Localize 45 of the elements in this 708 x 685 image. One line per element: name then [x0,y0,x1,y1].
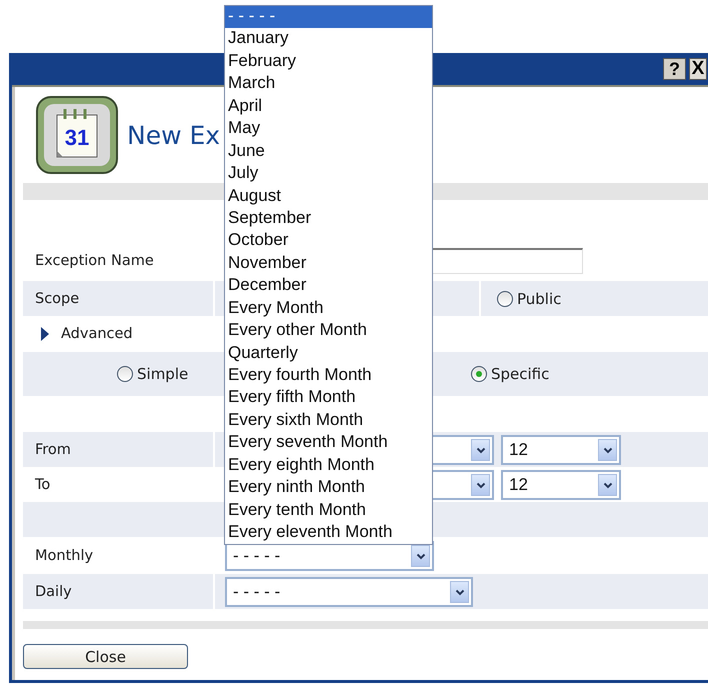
radio-label: Specific [491,365,550,383]
dropdown-option[interactable]: March [225,73,432,96]
radio-button[interactable] [497,290,513,306]
dropdown-option[interactable]: June [225,140,432,164]
dialog-title: New Ex [127,120,220,150]
dropdown-option[interactable]: September [225,208,432,230]
dropdown-option[interactable]: Every other Month [225,320,432,343]
select-field[interactable]: 12 [501,470,621,500]
dropdown-option[interactable]: Every fifth Month [225,387,432,410]
field-label: Exception Name [35,253,154,269]
dropdown-option[interactable]: Every eighth Month [225,454,432,478]
dropdown-option[interactable]: August [225,186,432,208]
radio-button[interactable] [117,366,133,382]
dropdown-option[interactable]: February [225,50,432,74]
help-button[interactable]: ? [663,58,686,80]
close-button[interactable]: Close [23,644,188,669]
select-field[interactable]: 12 [501,434,621,464]
dropdown-option[interactable]: October [225,230,432,253]
radio-label: Simple [137,365,188,383]
dropdown-option[interactable]: Quarterly [225,342,432,365]
dropdown-option[interactable]: Every seventh Month [225,432,432,455]
section-toggle[interactable]: Advanced [61,326,133,342]
dropdown-option[interactable]: - - - - - [225,6,432,28]
field-label: Monthly [35,548,94,564]
calendar-icon: 31 [35,95,119,175]
dropdown-option[interactable]: Every fourth Month [225,365,432,388]
dropdown-option[interactable]: December [225,275,432,298]
expand-arrow-icon[interactable] [41,327,49,341]
dropdown-option[interactable]: Every Month [225,298,432,320]
dropdown-option[interactable]: July [225,163,432,186]
dropdown-option[interactable]: Every ninth Month [225,477,432,500]
field-label: To [35,476,50,492]
radio-button[interactable] [471,366,487,382]
select-field[interactable]: - - - - - [225,576,473,606]
dropdown-option[interactable]: Every sixth Month [225,410,432,432]
close-button[interactable]: X [689,58,707,80]
field-label: Scope [35,290,80,306]
dropdown-option[interactable]: Every tenth Month [225,500,432,522]
dropdown-option[interactable]: November [225,252,432,276]
dropdown-option[interactable]: May [225,118,432,141]
field-label: From [35,442,71,458]
field-label: Daily [35,584,72,600]
dropdown-option[interactable]: January [225,28,432,51]
dropdown-option[interactable]: April [225,96,432,118]
radio-label: Public [517,290,562,308]
